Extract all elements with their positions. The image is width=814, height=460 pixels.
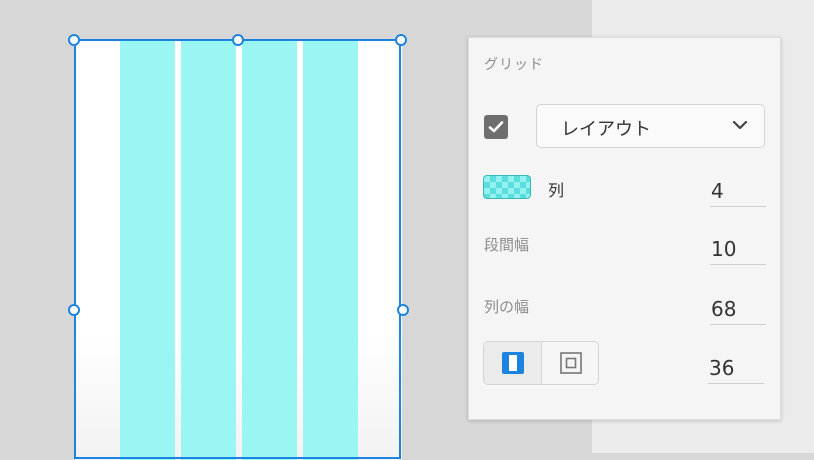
layout-grid-checkbox[interactable] <box>484 115 508 139</box>
resize-handle-left[interactable] <box>68 304 80 316</box>
gutter-value: 10 <box>711 237 737 261</box>
gutter-label: 段間幅 <box>484 236 530 254</box>
gutter-input[interactable]: 10 <box>710 234 766 265</box>
column-width-label: 列の幅 <box>484 298 530 316</box>
resize-handle-right[interactable] <box>397 304 409 316</box>
resize-handle-top-left[interactable] <box>68 34 80 46</box>
linked-margins-button[interactable] <box>484 342 542 384</box>
grid-panel: グリッド レイアウト 列 4 段間幅 10 列の幅 68 36 <box>468 37 781 420</box>
grid-type-value: レイアウト <box>561 119 651 140</box>
grid-type-dropdown[interactable]: レイアウト <box>536 104 765 148</box>
chevron-down-icon <box>732 120 748 130</box>
margin-mode-toggle <box>483 341 599 385</box>
column-width-value: 68 <box>711 297 737 321</box>
grid-column <box>242 40 297 460</box>
grid-column <box>120 40 175 460</box>
grid-color-swatch[interactable] <box>483 175 531 199</box>
grid-column <box>181 40 236 460</box>
linked-margins-icon <box>501 352 524 374</box>
columns-value: 4 <box>711 179 724 203</box>
panel-title: グリッド <box>484 57 544 73</box>
checkmark-icon <box>488 121 504 133</box>
resize-handle-top[interactable] <box>232 34 244 46</box>
grid-column <box>303 40 358 460</box>
resize-handle-top-right[interactable] <box>395 34 407 46</box>
columns-label: 列 <box>548 181 565 200</box>
column-width-input[interactable]: 68 <box>710 294 766 325</box>
custom-margins-button[interactable] <box>542 342 599 384</box>
artboard[interactable] <box>75 40 402 460</box>
columns-input[interactable]: 4 <box>710 176 766 207</box>
margin-value: 36 <box>709 356 735 380</box>
custom-margins-icon <box>559 352 582 374</box>
margin-input[interactable]: 36 <box>708 353 764 384</box>
